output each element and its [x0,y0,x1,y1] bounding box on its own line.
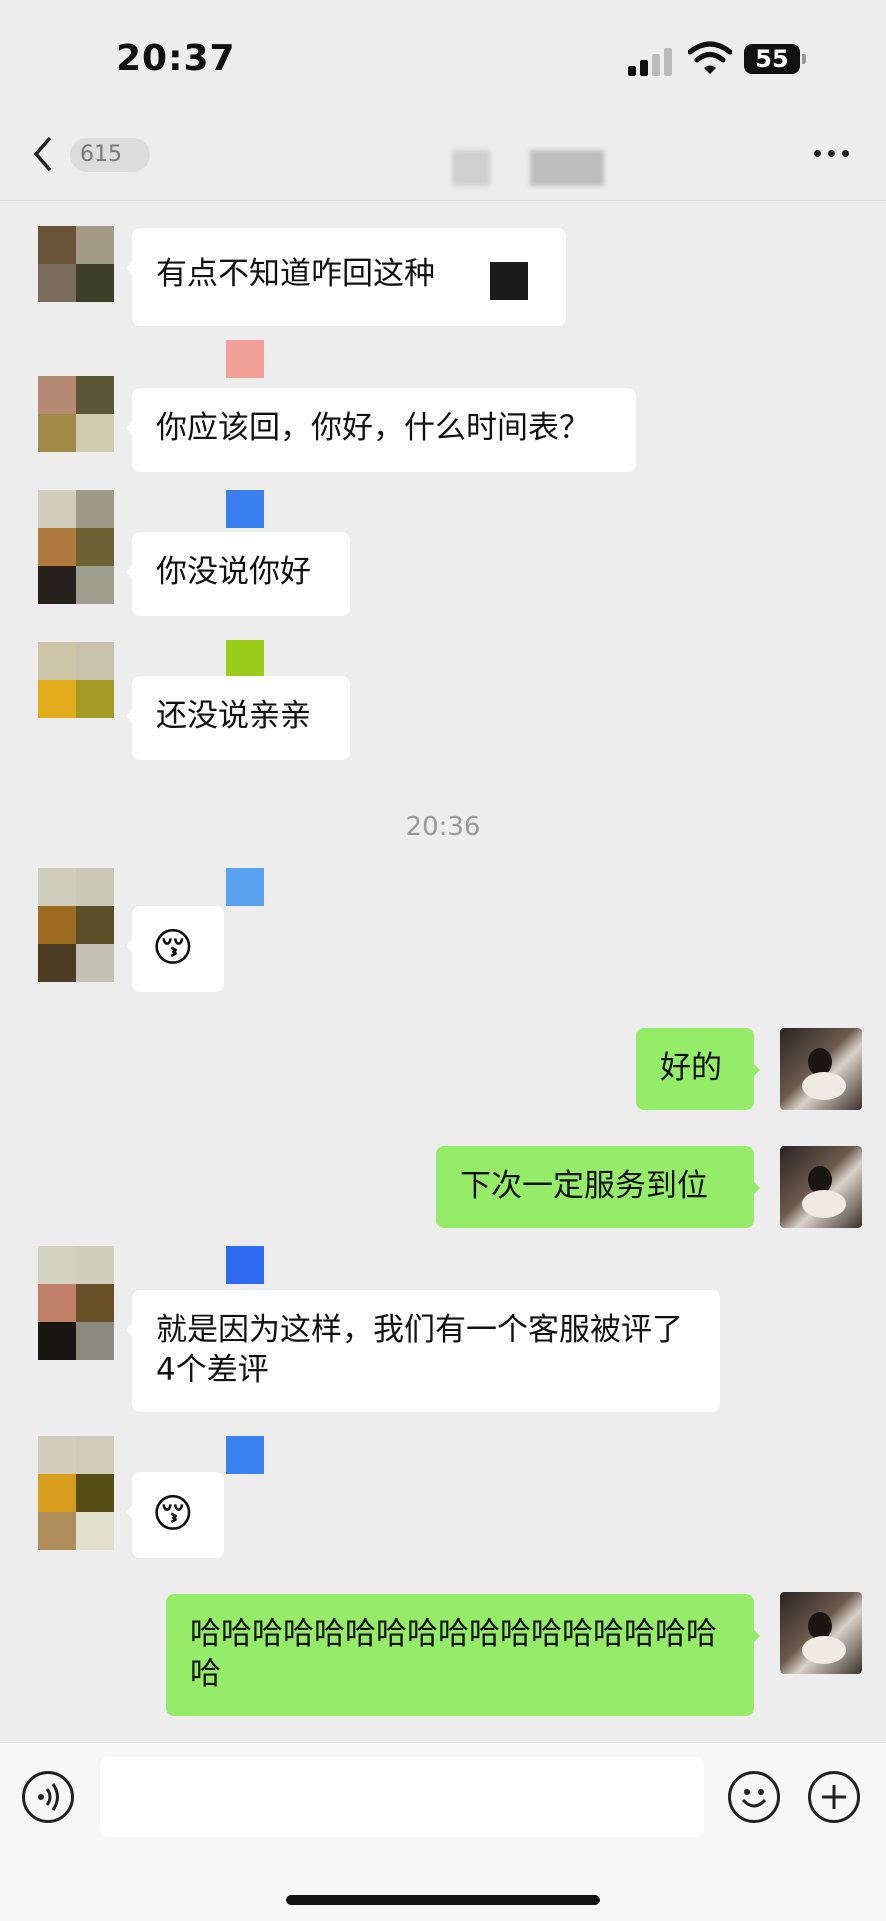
wifi-icon [688,41,732,74]
message-text: 哈哈哈哈哈哈哈哈哈哈哈哈哈哈哈哈哈哈 [190,1616,717,1692]
contact-avatar[interactable] [38,226,114,302]
message-text: 😚 [152,925,194,971]
message-bubble[interactable]: 就是因为这样，我们有一个客服被评了4个差评 [126,1290,720,1412]
message-text: 下次一定服务到位 [460,1168,708,1204]
voice-waves-icon [38,1783,59,1811]
redaction-block [226,1436,264,1474]
redaction-block [226,340,264,378]
person-silhouette-icon [802,1612,846,1664]
contact-avatar[interactable] [38,868,114,982]
message-text: 就是因为这样，我们有一个客服被评了4个差评 [156,1312,683,1388]
my-avatar[interactable] [780,1592,862,1674]
status-bar: 20:37 55 [0,0,886,120]
chat-header: 615 [0,120,886,201]
redaction-block [226,868,264,906]
my-avatar[interactable] [780,1146,862,1228]
message-text: 😚 [152,1491,194,1537]
more-dots-icon[interactable] [812,142,852,162]
message-input[interactable] [100,1757,704,1837]
contact-avatar-lower [38,528,114,604]
chat-timestamp: 20:36 [405,812,481,842]
person-silhouette-icon [802,1048,846,1100]
redaction-block [490,262,528,300]
emoji-icon[interactable] [728,1771,780,1823]
my-message-bubble[interactable]: 下次一定服务到位 [436,1146,760,1228]
battery-icon: 55 [744,44,806,74]
message-text: 好的 [660,1050,722,1086]
contact-avatar[interactable] [38,1436,114,1550]
cellular-signal-icon [628,44,674,76]
message-text: 你应该回，你好，什么时间表？ [156,410,590,446]
plus-icon[interactable] [808,1771,860,1823]
unread-count-badge[interactable]: 615 [70,138,150,172]
message-text: 还没说亲亲 [156,698,311,734]
smiley-face-icon [741,1789,767,1808]
redaction-block [226,490,264,528]
voice-icon[interactable] [22,1771,74,1823]
redaction-block [226,640,264,678]
message-text: 你没说你好 [156,554,311,590]
contact-avatar[interactable] [38,376,114,452]
chevron-left-icon[interactable] [28,134,58,174]
contact-avatar[interactable] [38,1246,114,1360]
input-bar [0,1742,886,1921]
redaction-block [226,1246,264,1284]
person-silhouette-icon [802,1166,846,1218]
message-bubble[interactable]: 还没说亲亲 [126,676,350,760]
message-bubble[interactable]: 😚 [126,1472,224,1558]
status-time: 20:37 [116,38,236,79]
home-indicator[interactable] [286,1895,600,1905]
contact-avatar[interactable] [38,642,114,718]
message-bubble[interactable]: 😚 [126,906,224,992]
message-bubble[interactable]: 你应该回，你好，什么时间表？ [126,388,636,472]
my-message-bubble[interactable]: 哈哈哈哈哈哈哈哈哈哈哈哈哈哈哈哈哈哈 [166,1594,760,1716]
my-avatar[interactable] [780,1028,862,1110]
plus-sign-icon [822,1785,846,1809]
chat-title-redacted [452,150,490,186]
message-text: 有点不知道咋回这种 [156,256,435,292]
chat-title-redacted [530,150,604,186]
message-bubble[interactable]: 你没说你好 [126,532,350,616]
my-message-bubble[interactable]: 好的 [636,1028,760,1110]
